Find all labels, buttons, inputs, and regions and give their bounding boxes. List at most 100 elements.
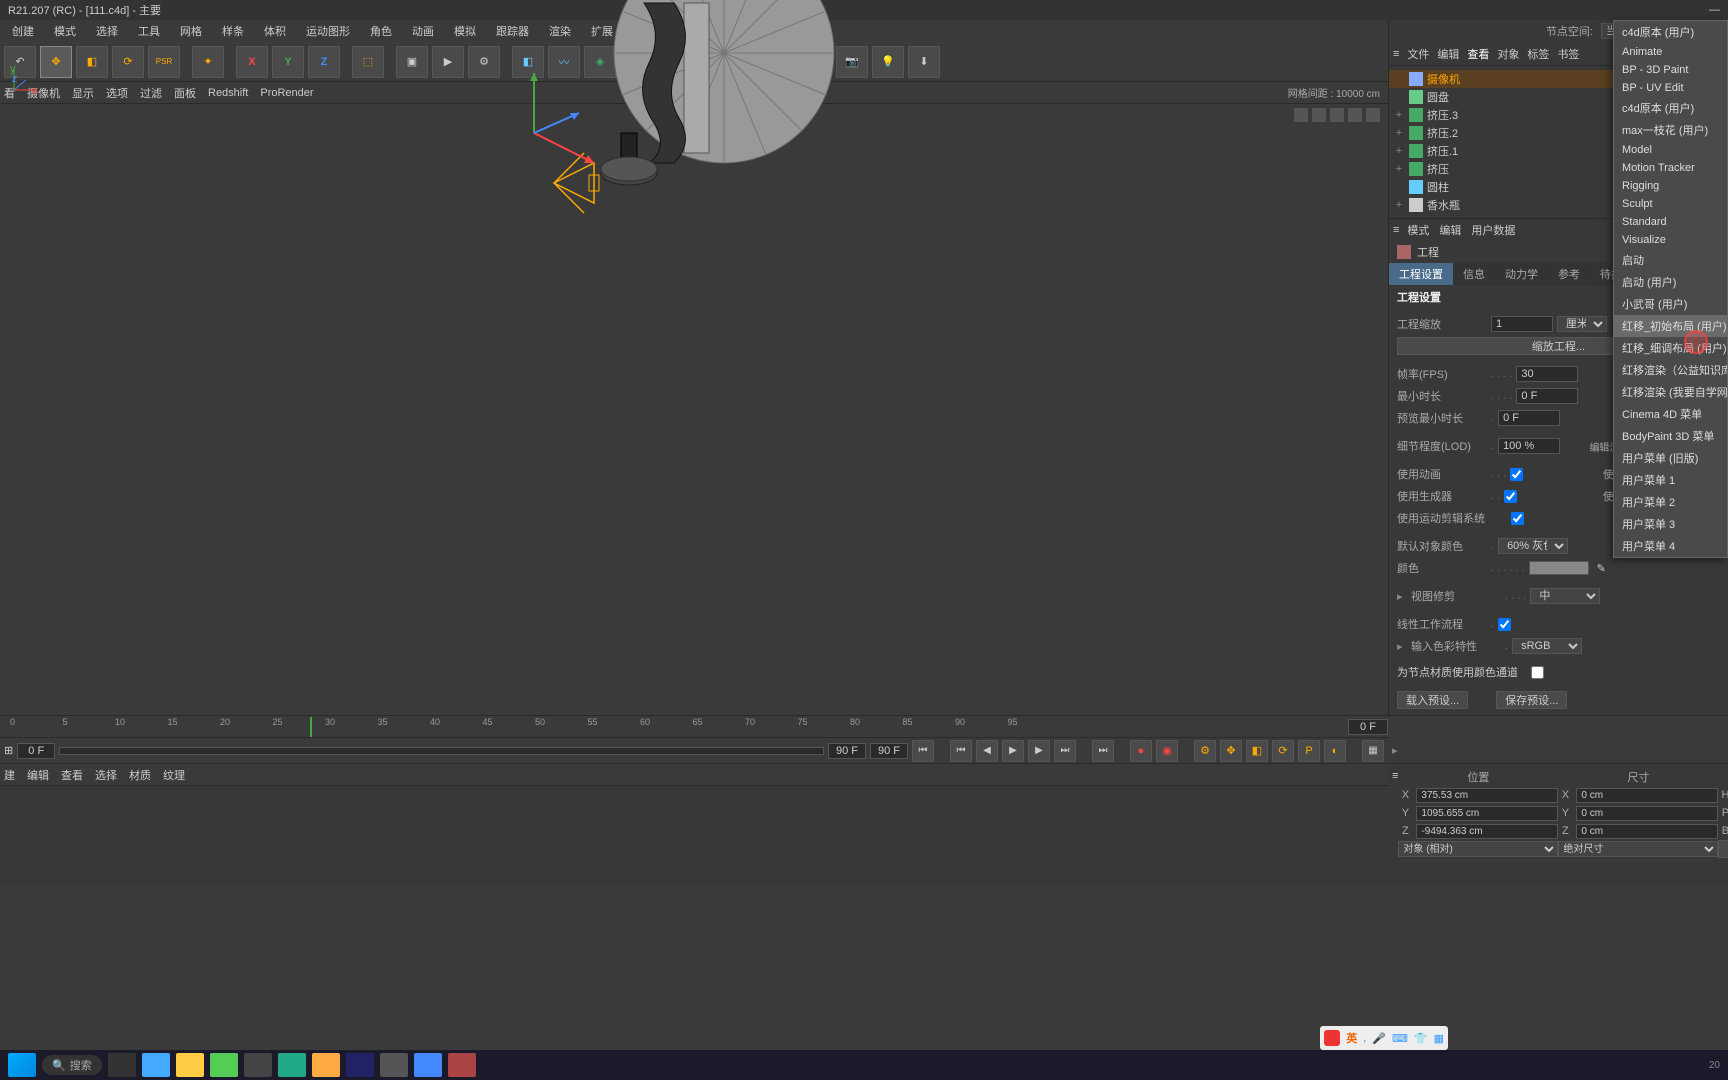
coord-size-y[interactable] bbox=[1576, 806, 1718, 821]
matmenu-建[interactable]: 建 bbox=[4, 767, 15, 783]
timeline[interactable]: 05101520253035404550556065707580859095 bbox=[0, 715, 1728, 737]
layout-item[interactable]: 红移渲染（公益知识库） bbox=[1614, 359, 1727, 381]
menu-icon[interactable]: ≡ bbox=[1393, 48, 1399, 60]
pb-autokey[interactable]: ◉ bbox=[1156, 740, 1178, 762]
color-swatch[interactable] bbox=[1529, 561, 1589, 575]
attrmenu-模式[interactable]: 模式 bbox=[1407, 225, 1429, 237]
inp-lod[interactable] bbox=[1498, 438, 1560, 454]
vpmenu-ProRender[interactable]: ProRender bbox=[260, 87, 313, 99]
chk-useanim[interactable] bbox=[1510, 468, 1523, 481]
attrtab-工程设置[interactable]: 工程设置 bbox=[1389, 263, 1453, 285]
expand-icon[interactable]: ▸ bbox=[1397, 640, 1407, 653]
pb-keyrot[interactable]: ⟳ bbox=[1272, 740, 1294, 762]
vpmenu-选项[interactable]: 选项 bbox=[106, 85, 128, 101]
menu-体积[interactable]: 体积 bbox=[256, 21, 294, 41]
layout-item[interactable]: 用户菜单 4 bbox=[1614, 535, 1727, 557]
tb-app-8[interactable] bbox=[346, 1053, 374, 1077]
inp-scale[interactable] bbox=[1491, 316, 1553, 332]
vpmenu-Redshift[interactable]: Redshift bbox=[208, 87, 248, 99]
coord-size-x[interactable] bbox=[1576, 788, 1718, 803]
tb-app-11[interactable] bbox=[448, 1053, 476, 1077]
tb-app-2[interactable] bbox=[142, 1053, 170, 1077]
coord-size-z[interactable] bbox=[1576, 824, 1718, 839]
attrmenu-用户数据[interactable]: 用户数据 bbox=[1471, 225, 1515, 237]
menu-模式[interactable]: 模式 bbox=[46, 21, 84, 41]
layout-item[interactable]: Visualize bbox=[1614, 231, 1727, 249]
menu-网格[interactable]: 网格 bbox=[172, 21, 210, 41]
pb-mid[interactable] bbox=[828, 743, 866, 759]
layout-item[interactable]: 小武哥 (用户) bbox=[1614, 293, 1727, 315]
layout-item[interactable]: 启动 bbox=[1614, 249, 1727, 271]
objtab-文件[interactable]: 文件 bbox=[1407, 49, 1429, 61]
pb-keyopt[interactable]: ⚙ bbox=[1194, 740, 1216, 762]
prim-download[interactable]: ⬇ bbox=[908, 46, 940, 78]
axis-y[interactable]: Y bbox=[272, 46, 304, 78]
expand-icon[interactable]: + bbox=[1393, 145, 1405, 157]
menu-选择[interactable]: 选择 bbox=[88, 21, 126, 41]
layout-item[interactable]: Animate bbox=[1614, 43, 1727, 61]
pb-first[interactable]: ⏮ bbox=[912, 740, 934, 762]
layout-item[interactable]: 红移渲染 (我要自学网) bbox=[1614, 381, 1727, 403]
tool-lastused[interactable]: ✦ bbox=[192, 46, 224, 78]
coord-pos-y[interactable] bbox=[1416, 806, 1558, 821]
layout-item[interactable]: Sculpt bbox=[1614, 195, 1727, 213]
layout-item[interactable]: max一枝花 (用户) bbox=[1614, 119, 1727, 141]
coord-apply-btn[interactable]: 应用 bbox=[1718, 840, 1728, 858]
render-picture[interactable]: ▶ bbox=[432, 46, 464, 78]
layout-item[interactable]: BodyPaint 3D 菜单 bbox=[1614, 425, 1727, 447]
layout-item[interactable]: Rigging bbox=[1614, 177, 1727, 195]
vp-icon-2[interactable] bbox=[1312, 108, 1326, 122]
layout-item[interactable]: 启动 (用户) bbox=[1614, 271, 1727, 293]
vp-icon-1[interactable] bbox=[1294, 108, 1308, 122]
btn-save-preset[interactable]: 保存预设... bbox=[1496, 691, 1567, 709]
vp-icon-5[interactable] bbox=[1366, 108, 1380, 122]
tb-app-3[interactable] bbox=[176, 1053, 204, 1077]
inp-fps[interactable] bbox=[1516, 366, 1578, 382]
tool-psr[interactable]: PSR bbox=[148, 46, 180, 78]
axis-x[interactable]: X bbox=[236, 46, 268, 78]
coord-sel-pos[interactable]: 对象 (相对) bbox=[1398, 841, 1558, 857]
attrtab-动力学[interactable]: 动力学 bbox=[1495, 263, 1548, 285]
menu-icon[interactable]: ≡ bbox=[1393, 224, 1399, 236]
inp-mindur[interactable] bbox=[1516, 388, 1578, 404]
ime-logo-icon[interactable] bbox=[1324, 1030, 1340, 1046]
pb-next[interactable]: ▶ bbox=[1028, 740, 1050, 762]
layout-item[interactable]: BP - 3D Paint bbox=[1614, 61, 1727, 79]
timeline-playhead[interactable] bbox=[310, 717, 312, 737]
objtab-编辑[interactable]: 编辑 bbox=[1437, 49, 1459, 61]
chk-nodecolor[interactable] bbox=[1531, 666, 1544, 679]
menu-运动图形[interactable]: 运动图形 bbox=[298, 21, 358, 41]
pb-dopesheet[interactable]: ▦ bbox=[1362, 740, 1384, 762]
start-button[interactable] bbox=[8, 1053, 36, 1077]
matmenu-材质[interactable]: 材质 bbox=[129, 767, 151, 783]
matmenu-纹理[interactable]: 纹理 bbox=[163, 767, 185, 783]
layout-item[interactable]: 用户菜单 2 bbox=[1614, 491, 1727, 513]
taskbar-search[interactable]: 🔍 搜索 bbox=[42, 1055, 102, 1075]
layout-item[interactable]: c4d原本 (用户) bbox=[1614, 21, 1727, 43]
tool-rotate[interactable]: ⟳ bbox=[112, 46, 144, 78]
render-view[interactable]: ▣ bbox=[396, 46, 428, 78]
pb-nextkey[interactable]: ⏭ bbox=[1054, 740, 1076, 762]
layout-item[interactable]: c4d原本 (用户) bbox=[1614, 97, 1727, 119]
layout-item[interactable]: 红移_细调布局 (用户) bbox=[1614, 337, 1727, 359]
tb-app-7[interactable] bbox=[312, 1053, 340, 1077]
sel-scale-unit[interactable]: 厘米 bbox=[1557, 316, 1607, 332]
pb-start[interactable] bbox=[17, 743, 55, 759]
vpmenu-过滤[interactable]: 过滤 bbox=[140, 85, 162, 101]
ime-lang[interactable]: 英 bbox=[1346, 1030, 1357, 1046]
layout-item[interactable]: Model bbox=[1614, 141, 1727, 159]
vpmenu-面板[interactable]: 面板 bbox=[174, 85, 196, 101]
tb-app-10[interactable] bbox=[414, 1053, 442, 1077]
menu-创建[interactable]: 创建 bbox=[4, 21, 42, 41]
ime-toolbar[interactable]: 英 , 🎤 ⌨ 👕 ▦ bbox=[1320, 1026, 1448, 1050]
pb-keypos[interactable]: ✥ bbox=[1220, 740, 1242, 762]
pb-play[interactable]: ▶ bbox=[1002, 740, 1024, 762]
attrtab-信息[interactable]: 信息 bbox=[1453, 263, 1495, 285]
objtab-书签[interactable]: 书签 bbox=[1557, 49, 1579, 61]
expand-icon[interactable]: + bbox=[1393, 109, 1405, 121]
ime-grid-icon[interactable]: ▦ bbox=[1434, 1032, 1444, 1045]
material-area[interactable] bbox=[0, 785, 1388, 885]
tb-app-1[interactable] bbox=[108, 1053, 136, 1077]
layout-item[interactable]: 红移_初始布局 (用户) bbox=[1614, 315, 1727, 337]
ime-shirt-icon[interactable]: 👕 bbox=[1414, 1032, 1428, 1045]
